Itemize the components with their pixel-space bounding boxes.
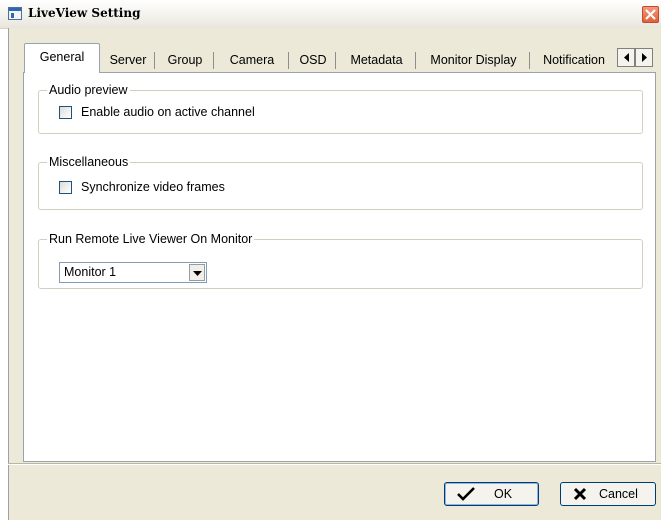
tab-label: Notification (543, 53, 605, 67)
remote-viewer-legend: Run Remote Live Viewer On Monitor (47, 232, 255, 246)
tab-scroll-arrows (617, 48, 655, 68)
tab-label: Metadata (350, 53, 403, 67)
tab-scroll-left-button[interactable] (617, 48, 635, 67)
tab-server[interactable]: Server (101, 48, 155, 72)
title-bar: LiveView Setting (0, 0, 661, 29)
footer-divider-highlight (8, 464, 661, 465)
tab-general[interactable]: General (24, 43, 100, 73)
ok-button[interactable]: OK (444, 482, 539, 506)
window-title: LiveView Setting (28, 6, 141, 20)
arrow-left-icon (624, 53, 629, 62)
tab-label: Camera (229, 53, 275, 67)
tab-notification[interactable]: Notification (531, 48, 617, 72)
tab-scroll-right-button[interactable] (635, 48, 653, 67)
miscellaneous-legend: Miscellaneous (47, 155, 131, 169)
remote-viewer-group: Run Remote Live Viewer On Monitor Monito… (38, 232, 643, 289)
monitor-select[interactable]: Monitor 1 (59, 262, 207, 283)
tab-label: OSD (299, 53, 327, 67)
tab-label: Server (109, 53, 147, 67)
monitor-select-value: Monitor 1 (64, 265, 117, 279)
tab-label: General (39, 50, 85, 64)
audio-preview-legend: Audio preview (47, 83, 130, 97)
close-icon (645, 9, 656, 20)
tab-label: Monitor Display (430, 53, 517, 67)
general-tab-panel: Audio preview Enable audio on active cha… (23, 72, 656, 462)
cancel-button[interactable]: Cancel (560, 482, 656, 506)
audio-preview-group: Audio preview Enable audio on active cha… (38, 83, 643, 134)
tab-camera[interactable]: Camera (215, 48, 289, 72)
enable-audio-label[interactable]: Enable audio on active channel (81, 105, 255, 120)
cancel-button-label: Cancel (599, 487, 638, 501)
monitor-select-dropdown-button[interactable] (189, 264, 205, 281)
checkmark-icon (457, 487, 475, 501)
x-icon (573, 487, 587, 501)
app-icon (8, 7, 22, 20)
ok-button-label: OK (494, 487, 513, 501)
liveview-setting-dialog: LiveView Setting General Server Group Ca… (0, 0, 661, 520)
tab-monitor-display[interactable]: Monitor Display (417, 48, 530, 72)
tab-metadata[interactable]: Metadata (337, 48, 416, 72)
tab-group[interactable]: Group (156, 48, 214, 72)
tab-osd[interactable]: OSD (290, 48, 336, 72)
close-button[interactable] (642, 6, 659, 23)
arrow-right-icon (642, 53, 647, 62)
enable-audio-checkbox[interactable] (59, 106, 72, 119)
chevron-down-icon (193, 271, 202, 276)
synchronize-video-label[interactable]: Synchronize video frames (81, 180, 225, 195)
tab-label: Group (167, 53, 203, 67)
miscellaneous-group: Miscellaneous Synchronize video frames (38, 155, 643, 210)
synchronize-video-checkbox[interactable] (59, 181, 72, 194)
